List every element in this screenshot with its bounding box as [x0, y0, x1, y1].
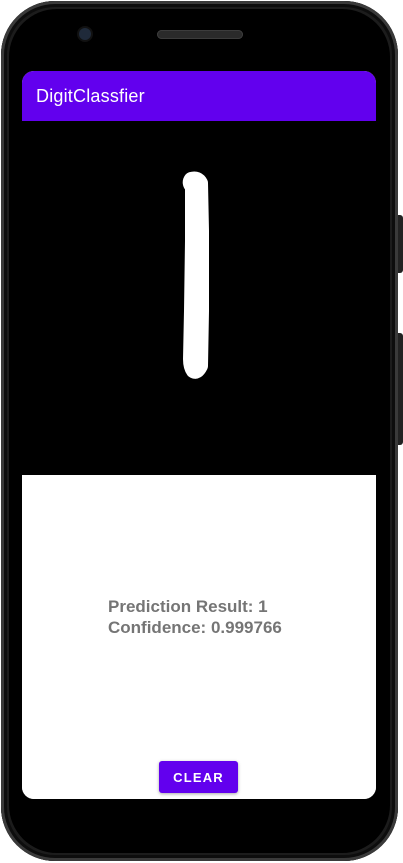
app-screen: DigitClassfier Prediction Result: 1 Conf… [22, 71, 376, 799]
prediction-result-label: Prediction Result: 1 [108, 597, 268, 616]
app-bar: DigitClassfier [22, 71, 376, 121]
app-title: DigitClassfier [36, 86, 145, 106]
confidence-label: Confidence: 0.999766 [108, 618, 282, 637]
drawing-canvas[interactable] [22, 121, 376, 475]
earpiece-speaker-icon [157, 30, 243, 39]
result-panel: Prediction Result: 1 Confidence: 0.99976… [22, 475, 376, 799]
power-button [398, 215, 403, 273]
prediction-text: Prediction Result: 1 Confidence: 0.99976… [108, 596, 282, 638]
front-camera-icon [79, 28, 91, 40]
drawn-digit-stroke [182, 171, 209, 379]
volume-button [398, 333, 403, 445]
clear-button[interactable]: CLEAR [159, 761, 238, 793]
device-frame: DigitClassfier Prediction Result: 1 Conf… [0, 0, 403, 863]
